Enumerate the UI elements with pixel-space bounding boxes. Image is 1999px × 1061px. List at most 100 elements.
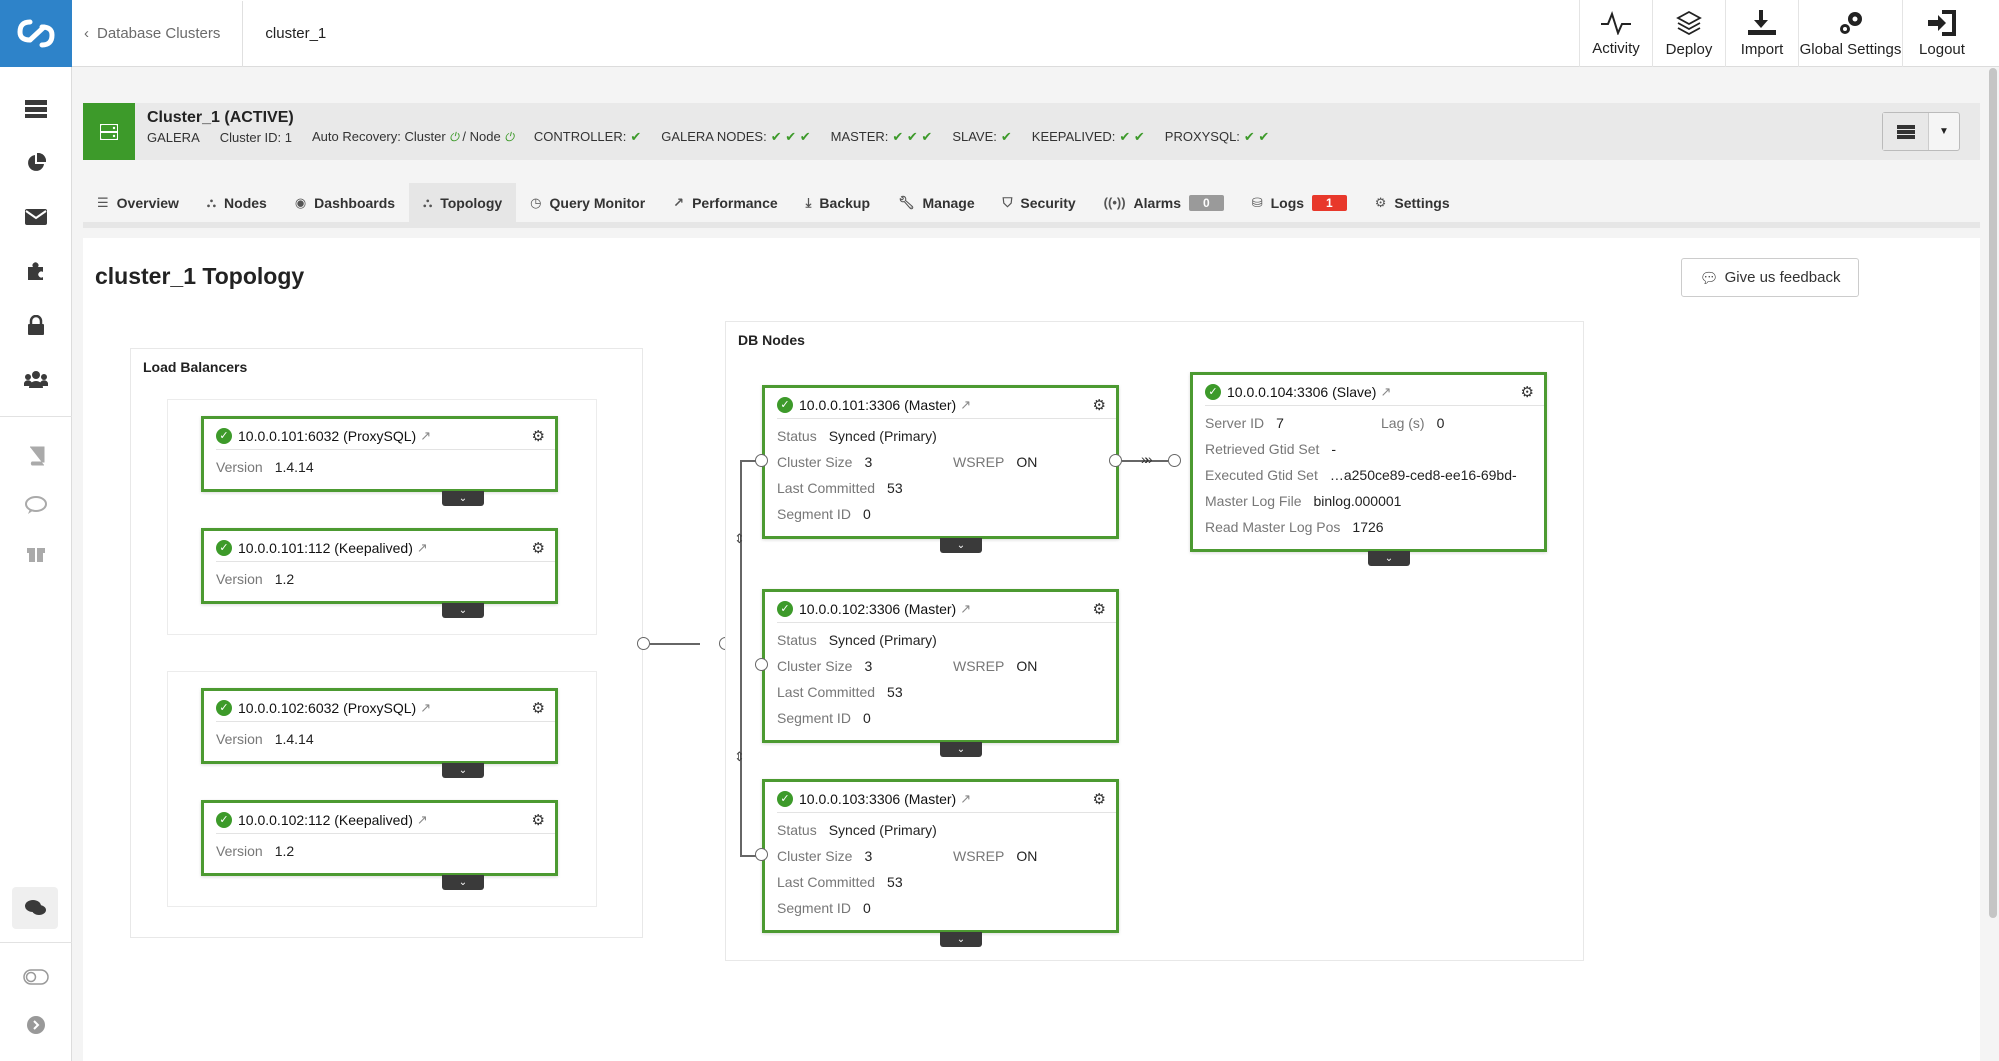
tab-query-monitor[interactable]: ◷ Query Monitor <box>516 183 659 222</box>
chevron-down-icon[interactable]: ⌄ <box>940 538 982 553</box>
logs-badge: 1 <box>1312 194 1347 211</box>
version-row: Version 1.2 <box>216 571 295 587</box>
server-icon <box>83 103 135 160</box>
chevron-down-icon[interactable]: ⌄ <box>940 742 982 757</box>
db-card-master-103[interactable]: ✓ 10.0.0.103:3306 (Master) ↗ ⚙ Status Synced… <box>762 779 1119 933</box>
check-icon: ✔ ✔ <box>1243 129 1270 144</box>
db-card-master-101[interactable]: ✓ 10.0.0.101:3306 (Master) ↗ ⚙ Status Synced… <box>762 385 1119 539</box>
cluster-actions-dropdown[interactable]: ▼ <box>1882 112 1960 151</box>
lb-card-proxysql-101[interactable]: ✓ 10.0.0.101:6032 (ProxySQL) ↗ ⚙ Version 1.4… <box>201 416 558 492</box>
chat-button[interactable] <box>12 887 58 929</box>
breadcrumb-back[interactable]: Database Clusters <box>97 25 220 42</box>
gears-icon[interactable]: ⚙ <box>532 539 545 557</box>
lb-card-proxysql-102[interactable]: ✓ 10.0.0.102:6032 (ProxySQL) ↗ ⚙ Version 1.4… <box>201 688 558 764</box>
card-header: ✓ 10.0.0.102:6032 (ProxySQL) ↗ ⚙ <box>216 695 555 722</box>
gears-icon[interactable]: ⚙ <box>532 811 545 829</box>
feedback-label: Give us feedback <box>1724 269 1841 286</box>
puzzle-icon[interactable] <box>20 255 52 287</box>
broadcast-icon: ((•)) <box>1103 195 1126 210</box>
cluster-status-line: GALERA Cluster ID: 1 Auto Recovery: Clus… <box>147 129 1289 145</box>
chevron-down-icon[interactable]: ⌄ <box>442 491 484 506</box>
chevron-down-icon[interactable]: ⌄ <box>1368 551 1410 566</box>
check-circle-icon: ✓ <box>777 397 793 413</box>
global-settings-button[interactable]: Global Settings <box>1798 0 1902 67</box>
app-logo[interactable] <box>0 0 72 67</box>
tab-nodes[interactable]: ⛬ Nodes <box>193 183 281 222</box>
tab-topology[interactable]: ⛬ Topology <box>409 183 517 222</box>
card-title: 10.0.0.104:3306 (Slave) <box>1227 384 1377 400</box>
lb-card-keepalived-102[interactable]: ✓ 10.0.0.102:112 (Keepalived) ↗ ⚙ Version 1.… <box>201 800 558 876</box>
chevron-down-icon[interactable]: ⌄ <box>940 932 982 947</box>
lb-card-keepalived-101[interactable]: ✓ 10.0.0.101:112 (Keepalived) ↗ ⚙ Version 1.… <box>201 528 558 604</box>
gift-icon[interactable] <box>20 536 52 568</box>
slave-status: SLAVE: ✔ <box>952 129 1012 144</box>
tab-performance[interactable]: ↗ Performance <box>659 183 792 222</box>
external-link-icon[interactable]: ↗ <box>960 791 971 807</box>
tab-overview[interactable]: ☰ Overview <box>83 183 193 222</box>
cluster-type: GALERA <box>147 129 200 145</box>
alarms-badge: 0 <box>1189 194 1224 211</box>
gears-icon[interactable]: ⚙ <box>1521 383 1534 401</box>
segment-id-row: Segment ID 0 <box>777 900 871 916</box>
tab-settings[interactable]: ⚙ Settings <box>1361 183 1464 222</box>
external-link-icon[interactable]: ↗ <box>1380 384 1391 400</box>
db-card-slave-104[interactable]: ✓ 10.0.0.104:3306 (Slave) ↗ ⚙ Server ID 7 La… <box>1190 372 1547 552</box>
pie-chart-icon[interactable] <box>20 147 52 179</box>
external-link-icon[interactable]: ↗ <box>417 540 428 556</box>
chat-bubble-icon[interactable] <box>20 489 52 521</box>
gears-icon[interactable]: ⚙ <box>1093 600 1106 618</box>
tab-label: Nodes <box>224 194 267 211</box>
gears-icon[interactable]: ⚙ <box>1093 396 1106 414</box>
import-label: Import <box>1740 40 1784 58</box>
gears-icon[interactable]: ⚙ <box>532 699 545 717</box>
power-icon: ⏻ <box>449 130 459 144</box>
lag-row: Lag (s) 0 <box>1381 415 1445 431</box>
clock-icon: ◷ <box>530 194 542 210</box>
galera-vertical-line <box>740 460 742 855</box>
db-card-master-102[interactable]: ✓ 10.0.0.102:3306 (Master) ↗ ⚙ Status Synced… <box>762 589 1119 743</box>
chevron-down-icon[interactable]: ⌄ <box>442 603 484 618</box>
read-master-log-pos-row: Read Master Log Pos 1726 <box>1205 519 1384 535</box>
logo-icon <box>17 19 55 48</box>
feedback-button[interactable]: 💬︎ Give us feedback <box>1681 258 1859 297</box>
mail-icon[interactable] <box>20 201 52 233</box>
activity-button[interactable]: Activity <box>1579 0 1652 67</box>
external-link-icon[interactable]: ↗ <box>420 700 431 716</box>
deploy-label: Deploy <box>1665 40 1713 58</box>
tab-alarms[interactable]: ((•)) Alarms 0 <box>1090 183 1238 222</box>
toggle-icon[interactable] <box>20 961 52 993</box>
tab-label: Settings <box>1394 194 1450 211</box>
external-link-icon[interactable]: ↗ <box>960 601 971 617</box>
import-button[interactable]: Import <box>1725 0 1798 67</box>
tab-logs[interactable]: ⛁ Logs 1 <box>1238 183 1361 222</box>
expand-sidebar-icon[interactable] <box>20 1009 52 1041</box>
book-icon[interactable] <box>20 440 52 472</box>
layers-icon <box>1676 10 1702 35</box>
external-link-icon[interactable]: ↗ <box>417 812 428 828</box>
card-header: ✓ 10.0.0.101:6032 (ProxySQL) ↗ ⚙ <box>216 423 555 450</box>
archive-icon: ⛁ <box>1251 194 1263 210</box>
tab-security[interactable]: ⛉ Security <box>989 183 1090 222</box>
check-circle-icon: ✓ <box>216 428 232 444</box>
wrench-icon: 🔧︎ <box>898 194 915 210</box>
master-status: MASTER: ✔ ✔ ✔ <box>830 129 933 144</box>
chevron-down-icon[interactable]: ⌄ <box>442 875 484 890</box>
users-icon[interactable] <box>20 363 52 395</box>
sync-arrows-icon: ⇕ <box>734 531 745 546</box>
connector-line <box>650 643 700 645</box>
external-link-icon[interactable]: ↗ <box>960 397 971 413</box>
check-icon: ✔ <box>630 129 642 144</box>
proxysql-status: PROXYSQL: ✔ ✔ <box>1164 129 1270 144</box>
external-link-icon[interactable]: ↗ <box>420 428 431 444</box>
tab-manage[interactable]: 🔧︎ Manage <box>884 183 989 222</box>
gears-icon[interactable]: ⚙ <box>1093 790 1106 808</box>
page-scrollbar[interactable] <box>1989 68 1997 918</box>
chevron-down-icon[interactable]: ⌄ <box>442 763 484 778</box>
logout-button[interactable]: Logout <box>1902 0 1981 67</box>
lock-icon[interactable] <box>20 309 52 341</box>
tab-dashboards[interactable]: ◉ Dashboards <box>281 183 409 222</box>
gears-icon[interactable]: ⚙ <box>532 427 545 445</box>
tab-backup[interactable]: ⤓ Backup <box>792 183 884 222</box>
deploy-button[interactable]: Deploy <box>1652 0 1725 67</box>
clusters-icon[interactable] <box>20 93 52 125</box>
